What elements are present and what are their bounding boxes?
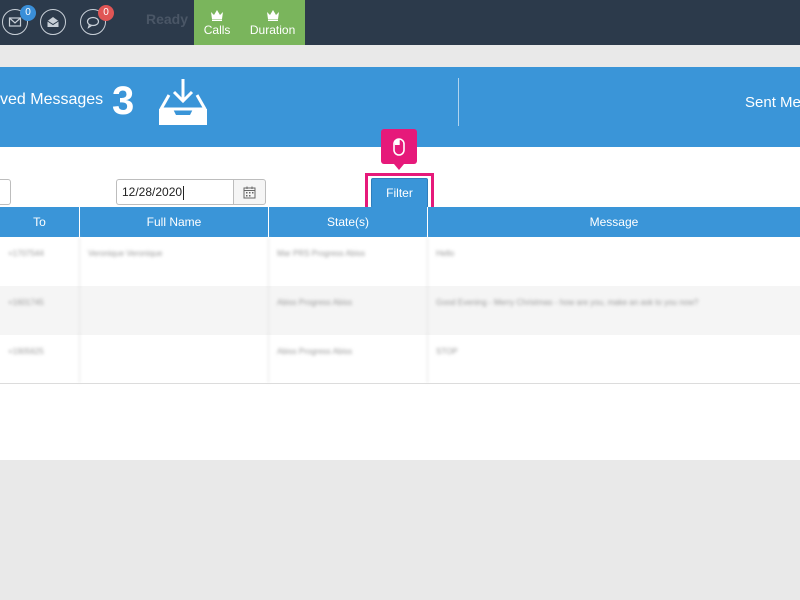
received-messages-label: ved Messages (0, 91, 104, 108)
tab-calls-label: Calls (203, 22, 231, 37)
mail-badge: 0 (20, 5, 36, 21)
chat-badge: 0 (98, 5, 114, 21)
column-header-full-name[interactable]: Full Name (80, 207, 269, 237)
cell-full-name (80, 335, 269, 383)
sent-messages-label: Sent Me (745, 94, 800, 111)
messages-table: To Full Name State(s) Message +1707544 V… (0, 207, 800, 384)
mouse-icon (393, 137, 405, 156)
text-cursor (183, 185, 185, 200)
tab-duration[interactable]: Duration (240, 0, 305, 45)
column-header-states[interactable]: State(s) (269, 207, 428, 237)
open-mail-icon[interactable] (40, 9, 66, 35)
cell-full-name (80, 286, 269, 335)
crown-icon (266, 9, 279, 21)
cell-to: +1905625 (0, 335, 80, 383)
start-date-input[interactable] (0, 179, 11, 205)
crown-icon (211, 9, 224, 21)
tab-calls[interactable]: Calls (194, 0, 240, 45)
table-row[interactable]: +1601745 Abiss Progress Abiss Good Eveni… (0, 286, 800, 335)
table-row[interactable]: +1905625 Abiss Progress Abiss STOP (0, 335, 800, 384)
cell-to: +1707544 (0, 237, 80, 286)
column-header-to[interactable]: To (0, 207, 80, 237)
cell-to: +1601745 (0, 286, 80, 335)
filter-button[interactable]: Filter (371, 178, 428, 208)
column-header-message[interactable]: Message (428, 207, 800, 237)
tab-duration-label: Duration (249, 22, 296, 37)
cell-message: STOP (436, 347, 458, 356)
status-text: Ready (146, 11, 189, 27)
table-header: To Full Name State(s) Message (0, 207, 800, 237)
inbox-download-icon (159, 79, 207, 125)
chat-icon[interactable]: 0 (80, 5, 114, 35)
calendar-button[interactable] (233, 179, 266, 205)
top-bar: 0 0 Ready Calls Duration (0, 0, 800, 45)
top-tabs: Calls Duration (194, 0, 305, 45)
click-hint-tooltip (381, 129, 417, 170)
cell-states: Abiss Progress Abiss (269, 335, 428, 383)
cell-full-name: Veronique Veronique (80, 237, 269, 286)
calendar-icon (243, 186, 256, 198)
mail-icon[interactable]: 0 (2, 5, 36, 35)
cell-message: Good Evening - Merry Christmas - how are… (436, 298, 699, 307)
end-date-value: 12/28/2020 (122, 185, 183, 199)
table-row[interactable]: +1707544 Veronique Veronique Mar PRS Pro… (0, 237, 800, 286)
cell-states: Mar PRS Progress Abiss (269, 237, 428, 286)
band-divider (458, 78, 459, 126)
end-date-input[interactable]: 12/28/2020 (116, 179, 234, 205)
received-messages-count: 3 (112, 79, 135, 123)
cell-message: Hello (436, 249, 455, 258)
cell-states: Abiss Progress Abiss (269, 286, 428, 335)
